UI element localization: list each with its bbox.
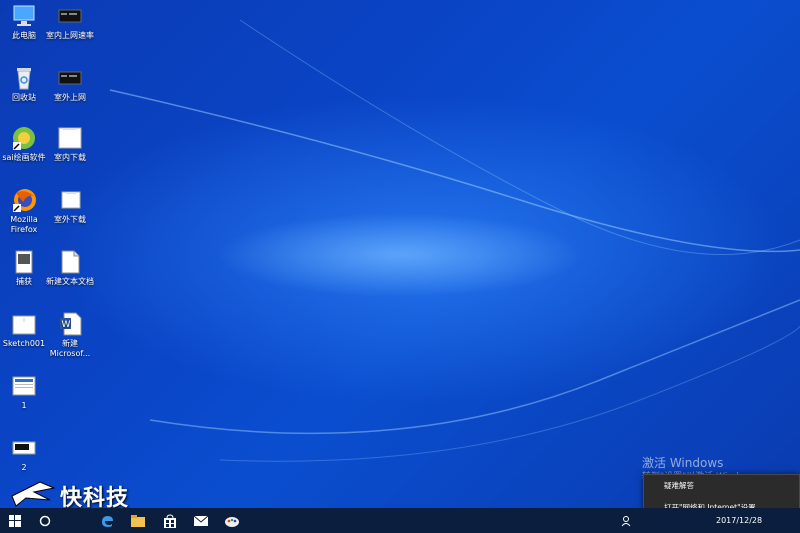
svg-text:W: W xyxy=(62,320,71,330)
icon-label: sai绘画软件 xyxy=(2,153,46,162)
image-file-icon xyxy=(11,312,37,336)
paint-button[interactable] xyxy=(217,508,247,533)
desktop-icon-1[interactable]: 1 xyxy=(0,374,48,411)
paint-icon xyxy=(225,516,239,527)
desktop-icon-2[interactable]: 2 xyxy=(0,436,48,473)
desktop-icon-indoor-speed[interactable]: 室内上网速率 xyxy=(46,4,94,41)
edge-button[interactable] xyxy=(92,508,122,533)
desktop-icon-sketch001[interactable]: Sketch001 xyxy=(0,312,48,349)
icon-label: Mozilla Firefox xyxy=(10,215,38,234)
image-file-icon xyxy=(11,436,37,460)
icon-label: 室内上网速率 xyxy=(46,31,94,40)
icon-label: 新建 Microsof... xyxy=(49,339,91,358)
image-file-icon xyxy=(57,4,83,28)
icon-label: 新建文本文档 xyxy=(46,277,94,286)
cortana-button[interactable] xyxy=(30,508,60,533)
explorer-icon xyxy=(131,514,145,527)
desktop-icon-this-pc[interactable]: 此电脑 xyxy=(0,4,48,41)
store-icon xyxy=(164,513,176,528)
tray-people-button[interactable] xyxy=(612,508,642,533)
store-button[interactable] xyxy=(155,508,185,533)
desktop-icon-new-text[interactable]: 新建文本文档 xyxy=(46,250,94,287)
watermark-title: 激活 Windows xyxy=(642,456,724,470)
image-file-icon xyxy=(57,66,83,90)
icon-label: 2 xyxy=(21,463,27,472)
cortana-icon xyxy=(39,515,51,526)
image-file-icon xyxy=(57,126,83,150)
desktop-icon-firefox[interactable]: Mozilla Firefox xyxy=(0,188,48,235)
people-icon xyxy=(621,515,631,526)
icon-label: Sketch001 xyxy=(2,339,46,348)
desktop-icon-outdoor-net[interactable]: 室外上网 xyxy=(46,66,94,103)
text-document-icon xyxy=(57,250,83,274)
desktop-icon-recycle-bin[interactable]: 回收站 xyxy=(0,66,48,103)
sai-paint-icon xyxy=(11,126,37,150)
desktop: 此电脑 回收站 sai绘画软件 Mozilla Firefox 捕获 Sketc… xyxy=(0,0,800,508)
icon-label: 捕获 xyxy=(16,277,32,286)
icon-label: 室外下载 xyxy=(54,215,86,224)
desktop-icon-indoor-download[interactable]: 室内下载 xyxy=(46,126,94,163)
firefox-icon xyxy=(11,188,37,212)
start-button[interactable] xyxy=(0,508,30,533)
icon-label: 室外上网 xyxy=(54,93,86,102)
taskbar xyxy=(0,508,800,533)
tray-clock-date[interactable]: 2017/12/28 xyxy=(716,516,762,525)
edge-icon xyxy=(102,515,113,527)
image-file-icon xyxy=(11,250,37,274)
menu-item-troubleshoot[interactable]: 疑难解答 xyxy=(644,475,799,497)
mail-icon xyxy=(194,515,208,526)
file-explorer-button[interactable] xyxy=(123,508,153,533)
icon-label: 室内下载 xyxy=(54,153,86,162)
desktop-icon-new-word[interactable]: W 新建 Microsof... xyxy=(46,312,94,359)
wallpaper-light-streaks xyxy=(109,19,800,462)
recycle-bin-icon xyxy=(11,66,37,90)
word-document-icon: W xyxy=(57,312,83,336)
icon-label: 1 xyxy=(21,401,27,410)
mail-button[interactable] xyxy=(186,508,216,533)
desktop-icon-sai[interactable]: sai绘画软件 xyxy=(0,126,48,163)
image-file-icon xyxy=(57,188,83,212)
image-file-icon xyxy=(11,374,37,398)
desktop-icon-outdoor-download[interactable]: 室外下载 xyxy=(46,188,94,225)
icon-label: 此电脑 xyxy=(12,31,36,40)
icon-label: 回收站 xyxy=(12,93,36,102)
desktop-icon-capture[interactable]: 捕获 xyxy=(0,250,48,287)
start-icon xyxy=(9,514,21,527)
this-pc-icon xyxy=(11,4,37,28)
